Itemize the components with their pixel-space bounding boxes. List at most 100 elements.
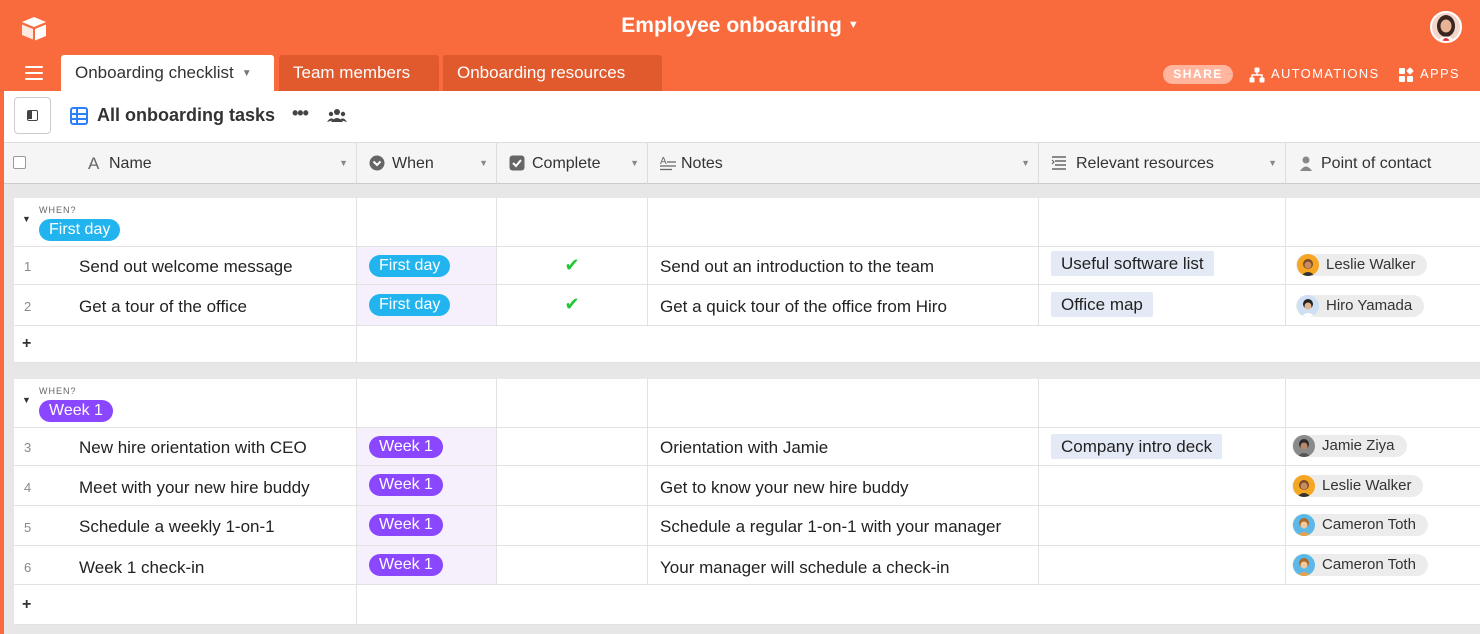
automations-icon <box>1249 67 1265 83</box>
add-record-cell[interactable]: + <box>14 326 357 362</box>
share-button[interactable]: SHARE <box>1163 65 1233 84</box>
when-cell[interactable]: Week 1 <box>357 428 497 465</box>
chevron-down-icon[interactable]: ▼ <box>1021 143 1030 184</box>
linked-record-chip[interactable]: Useful software list <box>1051 251 1214 276</box>
notes-cell[interactable]: Your manager will schedule a check-in <box>648 546 1039 584</box>
collaborator-name: Cameron Toth <box>1322 556 1416 573</box>
resources-cell[interactable] <box>1039 506 1286 545</box>
collaborator-chip[interactable]: Jamie Ziya <box>1292 435 1407 457</box>
collaborator-chip[interactable]: Cameron Toth <box>1292 554 1428 576</box>
collaborator-chip[interactable]: Hiro Yamada <box>1296 295 1425 317</box>
notes-text: Send out an introduction to the team <box>660 257 935 276</box>
name-cell[interactable]: 4 Meet with your new hire buddy <box>14 466 357 505</box>
resources-cell[interactable] <box>1039 466 1286 505</box>
group-header-cell <box>1039 379 1286 427</box>
complete-cell[interactable] <box>497 546 648 584</box>
when-cell[interactable]: Week 1 <box>357 506 497 545</box>
table-row[interactable]: 2 Get a tour of the office First day ✔ G… <box>14 285 1480 326</box>
column-header-notes[interactable]: A Notes ▼ <box>648 143 1039 184</box>
collaborator-chip[interactable]: Leslie Walker <box>1292 475 1424 497</box>
add-record-row[interactable]: + <box>14 326 1480 363</box>
column-header-point-of-contact[interactable]: Point of contact <box>1286 143 1480 184</box>
name-cell[interactable]: 5 Schedule a weekly 1-on-1 <box>14 506 357 545</box>
table-row[interactable]: 6 Week 1 check-in Week 1 Your manager wi… <box>14 546 1480 585</box>
chevron-down-icon[interactable]: ▼ <box>242 68 252 79</box>
contact-cell[interactable]: Leslie Walker <box>1286 466 1480 505</box>
notes-cell[interactable]: Send out an introduction to the team <box>648 247 1039 284</box>
linked-record-chip[interactable]: Office map <box>1051 292 1153 317</box>
linked-record-chip[interactable]: Company intro deck <box>1051 434 1223 459</box>
sidebar-toggle-button[interactable] <box>14 97 51 134</box>
column-header-name[interactable]: A Name ▼ <box>4 143 357 184</box>
collaborator-chip[interactable]: Cameron Toth <box>1292 514 1428 536</box>
add-record-row[interactable]: + <box>14 585 1480 625</box>
contact-cell[interactable]: Jamie Ziya <box>1286 428 1480 465</box>
checkmark-icon[interactable]: ✔ <box>497 294 647 315</box>
collaborator-name: Leslie Walker <box>1326 256 1416 273</box>
tab-onboarding-checklist[interactable]: Onboarding checklist ▼ <box>61 55 274 91</box>
when-cell[interactable]: Week 1 <box>357 466 497 505</box>
chevron-down-icon[interactable]: ▼ <box>1268 143 1277 184</box>
table-row[interactable]: 3 New hire orientation with CEO Week 1 O… <box>14 428 1480 466</box>
chevron-down-icon[interactable]: ▼ <box>479 143 488 184</box>
resources-cell[interactable]: Office map <box>1039 285 1286 325</box>
when-cell[interactable]: First day <box>357 247 497 284</box>
chevron-down-icon[interactable]: ▼ <box>630 143 639 184</box>
notes-text: Get a quick tour of the office from Hiro <box>660 297 947 316</box>
view-name[interactable]: All onboarding tasks <box>97 105 275 126</box>
more-options-icon[interactable]: ••• <box>292 103 309 124</box>
name-cell[interactable]: 2 Get a tour of the office <box>14 285 357 325</box>
collapse-group-icon[interactable]: ▼ <box>22 395 31 405</box>
complete-cell[interactable] <box>497 506 648 545</box>
complete-cell[interactable]: ✔ <box>497 247 648 284</box>
add-record-cell[interactable]: + <box>14 585 357 624</box>
notes-cell[interactable]: Orientation with Jamie <box>648 428 1039 465</box>
collaborator-name: Jamie Ziya <box>1322 437 1395 454</box>
collaborators-icon[interactable] <box>327 108 347 124</box>
contact-cell[interactable]: Cameron Toth <box>1286 546 1480 584</box>
tab-onboarding-resources[interactable]: Onboarding resources <box>443 55 662 91</box>
records-grid: A Name ▼ When ▼ Complete ▼ A Notes ▼ Rel… <box>4 143 1480 634</box>
contact-cell[interactable]: Leslie Walker <box>1286 247 1480 284</box>
avatar <box>1293 475 1315 497</box>
base-title[interactable]: Employee onboarding ▼ <box>0 14 1480 38</box>
group-value-pill: First day <box>39 219 121 241</box>
group-header-first-day[interactable]: ▼ WHEN? First day <box>14 198 1480 247</box>
name-cell[interactable]: 3 New hire orientation with CEO <box>14 428 357 465</box>
resources-cell[interactable] <box>1039 546 1286 584</box>
collaborator-chip[interactable]: Leslie Walker <box>1296 254 1428 276</box>
table-row[interactable]: 5 Schedule a weekly 1-on-1 Week 1 Schedu… <box>14 506 1480 546</box>
menu-icon[interactable] <box>25 66 43 80</box>
resources-cell[interactable]: Useful software list <box>1039 247 1286 284</box>
add-record-icon[interactable]: + <box>22 335 31 353</box>
tab-team-members[interactable]: Team members <box>279 55 439 91</box>
column-header-relevant-resources[interactable]: Relevant resources ▼ <box>1039 143 1286 184</box>
group-header-week-1[interactable]: ▼ WHEN? Week 1 <box>14 379 1480 428</box>
select-all-checkbox[interactable] <box>13 156 26 169</box>
when-cell[interactable]: Week 1 <box>357 546 497 584</box>
resources-cell[interactable]: Company intro deck <box>1039 428 1286 465</box>
contact-cell[interactable]: Cameron Toth <box>1286 506 1480 545</box>
table-row[interactable]: 1 Send out welcome message First day ✔ S… <box>14 247 1480 285</box>
column-header-when[interactable]: When ▼ <box>357 143 497 184</box>
complete-cell[interactable]: ✔ <box>497 285 648 325</box>
collapse-group-icon[interactable]: ▼ <box>22 214 31 224</box>
table-row[interactable]: 4 Meet with your new hire buddy Week 1 G… <box>14 466 1480 506</box>
user-avatar[interactable] <box>1430 11 1462 43</box>
notes-cell[interactable]: Get to know your new hire buddy <box>648 466 1039 505</box>
apps-button[interactable]: APPS <box>1398 64 1460 84</box>
column-header-complete[interactable]: Complete ▼ <box>497 143 648 184</box>
checkmark-icon[interactable]: ✔ <box>497 255 647 276</box>
add-record-icon[interactable]: + <box>22 596 31 614</box>
chevron-down-icon[interactable]: ▼ <box>339 143 348 184</box>
name-cell[interactable]: 6 Week 1 check-in <box>14 546 357 584</box>
complete-cell[interactable] <box>497 466 648 505</box>
complete-cell[interactable] <box>497 428 648 465</box>
name-cell[interactable]: 1 Send out welcome message <box>14 247 357 284</box>
when-cell[interactable]: First day <box>357 285 497 325</box>
contact-cell[interactable]: Hiro Yamada <box>1286 285 1480 325</box>
notes-cell[interactable]: Get a quick tour of the office from Hiro <box>648 285 1039 325</box>
automations-button[interactable]: AUTOMATIONS <box>1249 64 1379 84</box>
notes-cell[interactable]: Schedule a regular 1-on-1 with your mana… <box>648 506 1039 545</box>
tab-label: Onboarding resources <box>457 63 626 82</box>
